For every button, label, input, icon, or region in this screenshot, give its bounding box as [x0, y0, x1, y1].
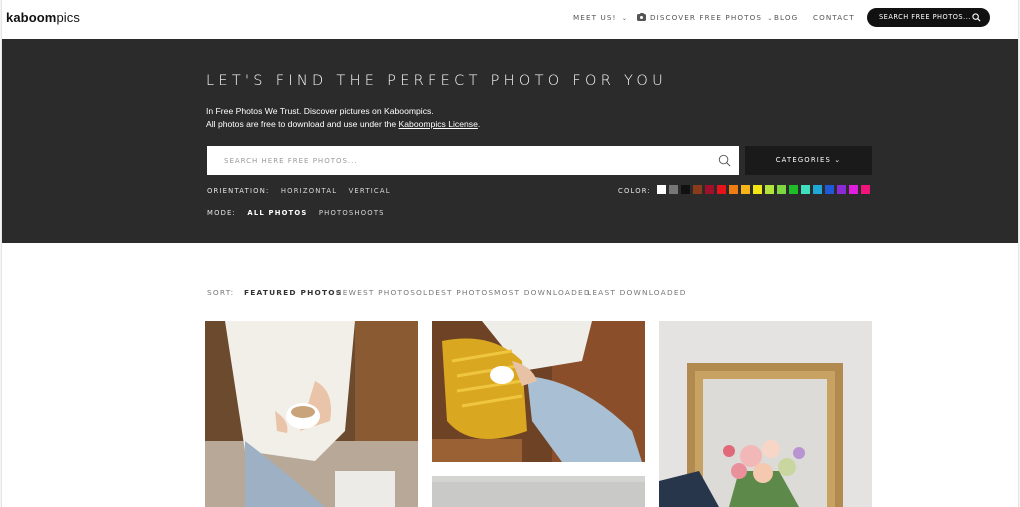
photo-grey-texture — [432, 476, 645, 507]
color-swatch[interactable] — [741, 185, 750, 194]
mode-label: MODE: — [207, 209, 237, 217]
mode-photoshoots[interactable]: PHOTOSHOOTS — [319, 209, 385, 217]
photo-card[interactable] — [432, 321, 645, 462]
license-link[interactable]: Kaboompics License — [399, 119, 478, 129]
color-swatch[interactable] — [765, 185, 774, 194]
categories-label: CATEGORIES — [775, 156, 831, 164]
mode-filter: MODE: ALL PHOTOS PHOTOSHOOTS — [207, 209, 393, 217]
header-search-button[interactable]: SEARCH FREE PHOTOS... — [867, 8, 990, 27]
categories-button[interactable]: CATEGORIES ⌄ — [745, 146, 872, 175]
hero-tagline: In Free Photos We Trust. Discover pictur… — [206, 106, 434, 116]
chevron-down-icon: ⌄ — [834, 156, 842, 164]
hero-search-input[interactable] — [207, 146, 687, 175]
sort-newest[interactable]: NEWEST PHOTOS — [336, 288, 416, 297]
nav-discover-label: DISCOVER FREE PHOTOS — [650, 13, 763, 22]
color-swatch[interactable] — [825, 185, 834, 194]
orientation-vertical[interactable]: VERTICAL — [349, 187, 391, 195]
color-swatch[interactable] — [669, 185, 678, 194]
hero-section: LET'S FIND THE PERFECT PHOTO FOR YOU In … — [2, 39, 1018, 243]
color-swatch[interactable] — [717, 185, 726, 194]
color-label: COLOR: — [618, 187, 651, 195]
nav-discover[interactable]: DISCOVER FREE PHOTOS ⌄ — [637, 12, 774, 22]
license-prefix: All photos are free to download and use … — [206, 118, 399, 129]
search-icon[interactable] — [718, 154, 731, 167]
color-swatch[interactable] — [801, 185, 810, 194]
photo-card[interactable] — [432, 476, 645, 507]
orientation-filter: ORIENTATION: HORIZONTAL VERTICAL — [207, 187, 399, 195]
sort-oldest[interactable]: OLDEST PHOTOS — [416, 288, 494, 297]
color-swatch[interactable] — [705, 185, 714, 194]
nav-blog[interactable]: BLOG — [774, 13, 798, 22]
top-nav: kaboompics MEET US! ⌄ DISCOVER FREE PHOT… — [2, 0, 1018, 39]
sort-most-downloaded[interactable]: MOST DOWNLOADED — [494, 288, 591, 297]
camera-icon — [637, 12, 646, 21]
color-swatch[interactable] — [777, 185, 786, 194]
hero-title: LET'S FIND THE PERFECT PHOTO FOR YOU — [206, 73, 668, 89]
color-swatch[interactable] — [657, 185, 666, 194]
nav-meet-us-label: MEET US! — [573, 13, 617, 22]
mode-all-photos[interactable]: ALL PHOTOS — [247, 209, 307, 217]
photo-flower-mirror — [659, 321, 872, 507]
chevron-down-icon: ⌄ — [621, 15, 628, 22]
sort-least-downloaded[interactable]: LEAST DOWNLOADED — [587, 288, 687, 297]
photo-card[interactable] — [659, 321, 872, 507]
hero-search-box — [207, 146, 739, 175]
page-frame: kaboompics MEET US! ⌄ DISCOVER FREE PHOT… — [1, 0, 1019, 507]
photo-coffee-cup — [205, 321, 418, 507]
license-suffix: . — [477, 118, 481, 129]
sort-featured[interactable]: FEATURED PHOTOS — [244, 288, 342, 297]
color-swatch[interactable] — [861, 185, 870, 194]
color-swatch[interactable] — [849, 185, 858, 194]
nav-meet-us[interactable]: MEET US! ⌄ — [573, 13, 628, 22]
color-swatch[interactable] — [753, 185, 762, 194]
color-swatch[interactable] — [729, 185, 738, 194]
color-swatch[interactable] — [837, 185, 846, 194]
chevron-down-icon: ⌄ — [767, 15, 774, 22]
color-swatch[interactable] — [693, 185, 702, 194]
photo-card[interactable] — [205, 321, 418, 507]
nav-contact[interactable]: CONTACT — [813, 13, 855, 22]
hero-license-line: All photos are free to download and use … — [206, 118, 480, 131]
hero-subtitle: In Free Photos We Trust. Discover pictur… — [206, 105, 480, 130]
sort-bar: SORT: FEATURED PHOTOS NEWEST PHOTOS OLDE… — [207, 288, 907, 300]
color-swatch[interactable] — [681, 185, 690, 194]
photo-yellow-pillow — [432, 321, 645, 462]
color-swatch[interactable] — [789, 185, 798, 194]
orientation-label: ORIENTATION: — [207, 187, 270, 195]
sort-label: SORT: — [207, 288, 235, 297]
search-icon — [972, 13, 981, 22]
orientation-horizontal[interactable]: HORIZONTAL — [281, 187, 337, 195]
header-search-label: SEARCH FREE PHOTOS... — [879, 13, 971, 21]
color-swatch[interactable] — [813, 185, 822, 194]
